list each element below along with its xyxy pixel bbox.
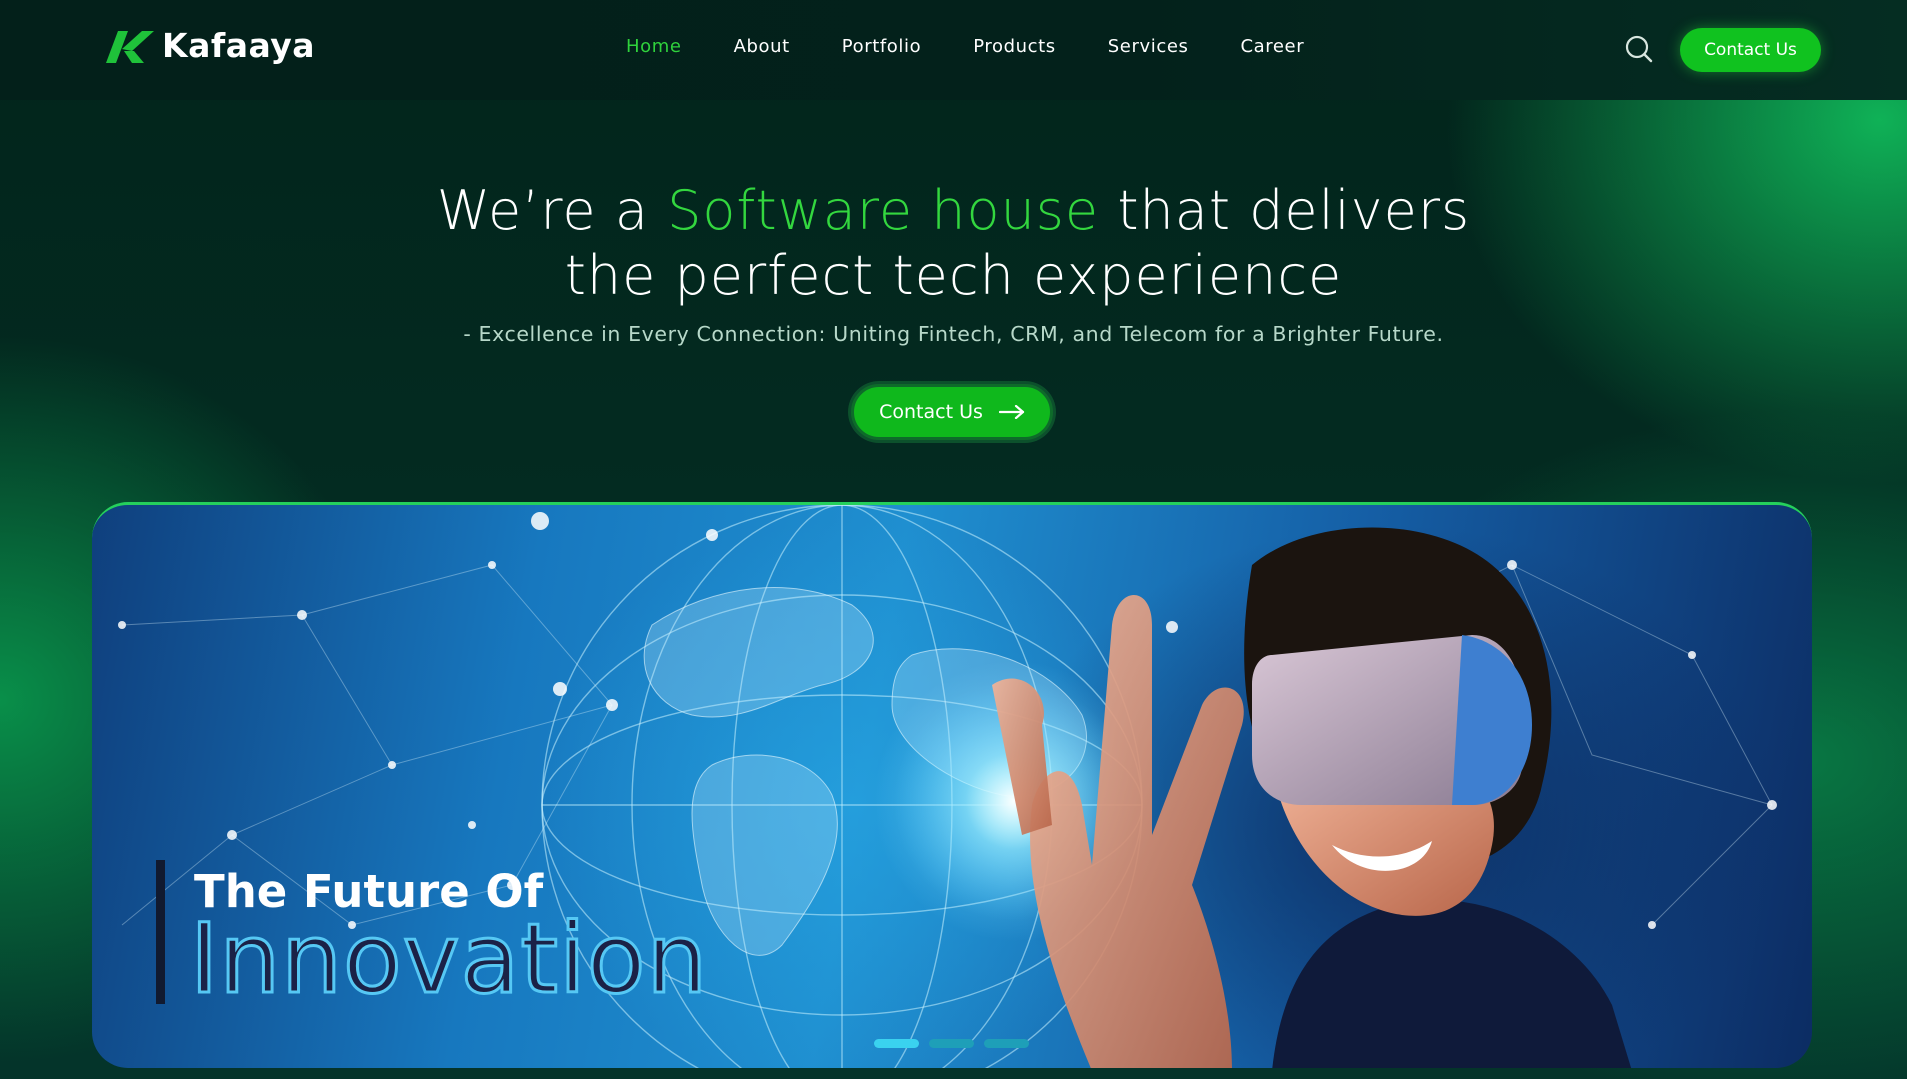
person bbox=[1244, 527, 1632, 1068]
k-logo-icon bbox=[106, 30, 154, 63]
search-button[interactable] bbox=[1624, 34, 1654, 64]
tagline-large: Innovation bbox=[188, 902, 709, 1017]
nav-item-about[interactable]: About bbox=[708, 36, 816, 57]
main-nav: Home About Portfolio Products Services C… bbox=[600, 36, 1330, 57]
nav-item-home[interactable]: Home bbox=[600, 36, 708, 57]
hero-title-line2: the perfect tech experience bbox=[564, 244, 1343, 307]
hero-title: We’re a Software house that delivers the… bbox=[300, 178, 1607, 308]
slider-dots bbox=[874, 1039, 1029, 1048]
slider-dot-2[interactable] bbox=[929, 1039, 974, 1048]
nav-item-products[interactable]: Products bbox=[947, 36, 1082, 57]
hand bbox=[992, 595, 1244, 1068]
hero-contact-label: Contact Us bbox=[879, 401, 983, 423]
hero-contact-button[interactable]: Contact Us bbox=[851, 384, 1053, 440]
slider-dot-1[interactable] bbox=[874, 1039, 919, 1048]
nav-item-career[interactable]: Career bbox=[1214, 36, 1330, 57]
brand-name: Kafaaya bbox=[162, 26, 315, 65]
nav-item-portfolio[interactable]: Portfolio bbox=[816, 36, 947, 57]
top-navbar: Kafaaya Home About Portfolio Products Se… bbox=[0, 0, 1907, 100]
hero-banner: The Future Of Innovation bbox=[92, 502, 1812, 1068]
nav-item-services[interactable]: Services bbox=[1082, 36, 1215, 57]
hero-title-suffix: that delivers bbox=[1117, 179, 1471, 242]
brand-logo[interactable]: Kafaaya bbox=[102, 26, 315, 65]
contact-us-nav-button[interactable]: Contact Us bbox=[1680, 28, 1821, 72]
hero-title-highlight: Software house bbox=[667, 179, 1100, 242]
tagline-accent-bar bbox=[156, 860, 165, 1004]
hero-title-prefix: We’re a bbox=[436, 179, 649, 242]
hero-subtitle: - Excellence in Every Connection: Unitin… bbox=[463, 322, 1444, 346]
arrow-right-icon bbox=[998, 405, 1024, 419]
search-icon bbox=[1625, 35, 1653, 63]
slider-dot-3[interactable] bbox=[984, 1039, 1029, 1048]
